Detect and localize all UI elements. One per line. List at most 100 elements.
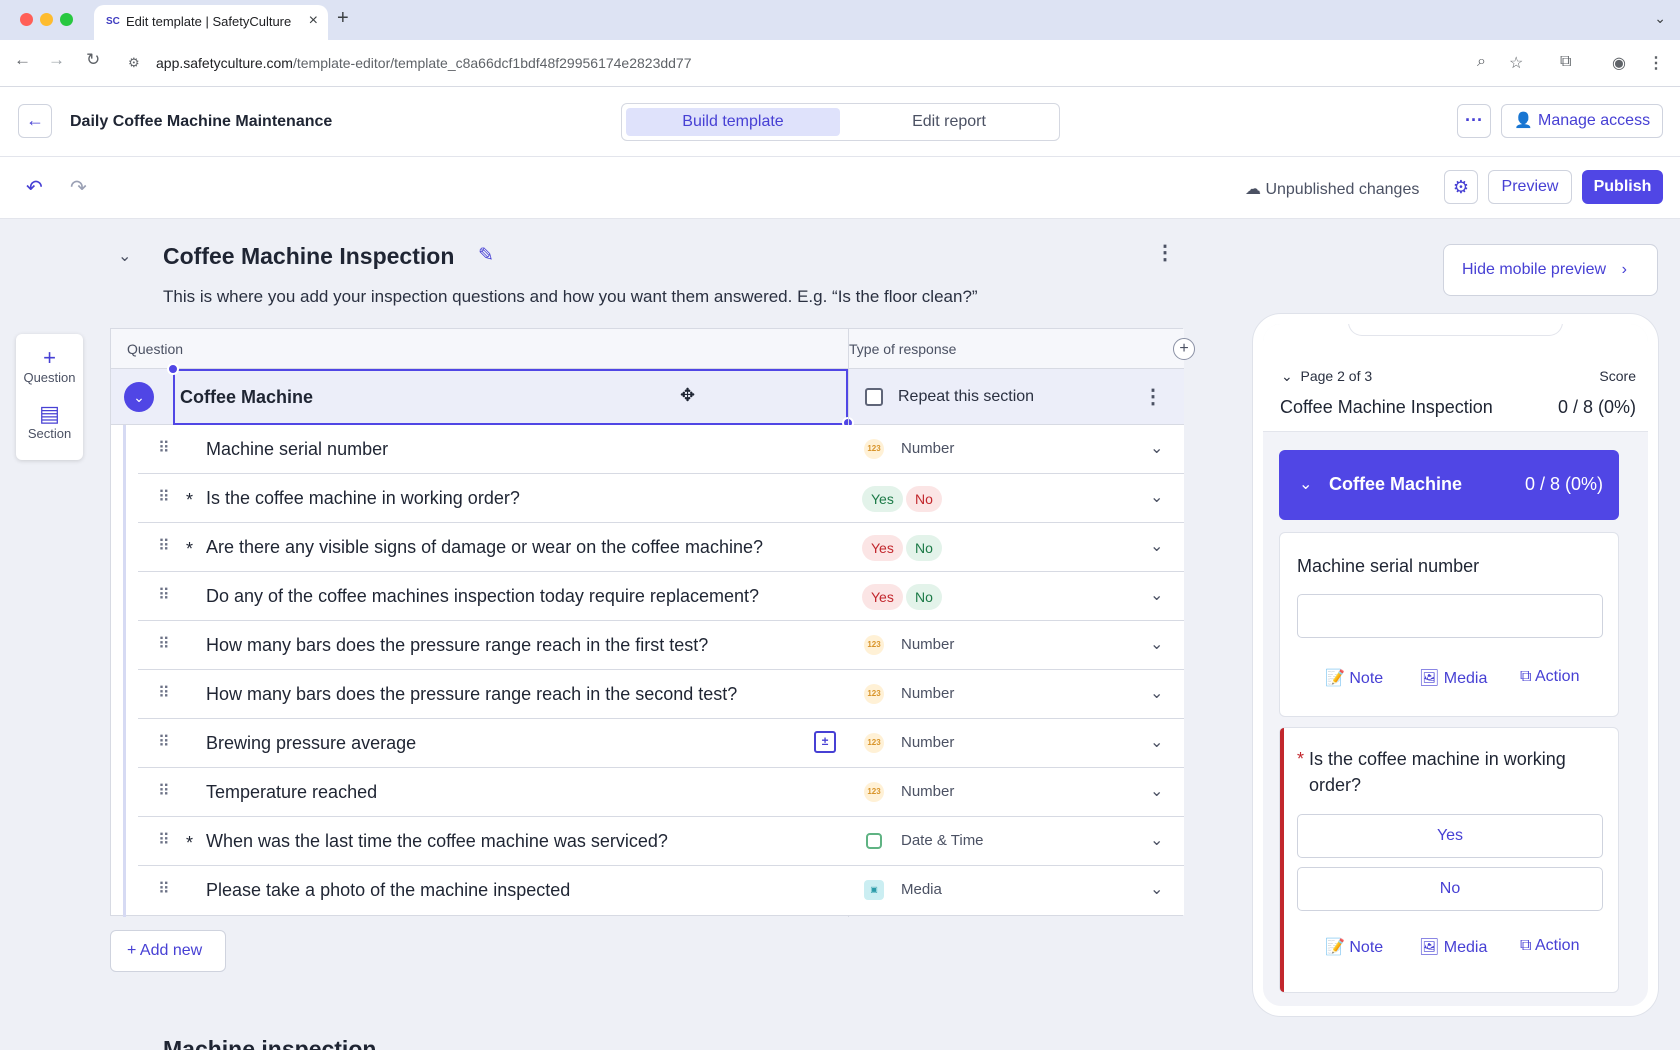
mobile-note-button[interactable]: 📝 Note — [1325, 937, 1383, 957]
chevron-down-icon[interactable]: ⌄ — [1150, 536, 1163, 556]
browser-tab[interactable]: SC Edit template | SafetyCulture × — [94, 5, 328, 40]
question-row[interactable]: ⠿ Do any of the coffee machines inspecti… — [138, 572, 1184, 621]
drag-handle-icon[interactable]: ⠿ — [158, 830, 170, 850]
address-bar[interactable]: ⚙ app.safetyculture.com/template-editor/… — [120, 47, 1500, 79]
profile-icon[interactable]: ◉ — [1612, 53, 1626, 73]
question-text[interactable]: When was the last time the coffee machin… — [206, 831, 668, 852]
chevron-down-icon[interactable]: ⌄ — [1150, 830, 1163, 850]
minimize-window-button[interactable] — [40, 13, 53, 26]
chevron-down-icon[interactable]: ⌄ — [1150, 879, 1163, 899]
response-type[interactable]: 123 Number ⌄ — [848, 670, 1184, 719]
mobile-page-indicator[interactable]: ⌄ Page 2 of 3 — [1281, 368, 1372, 385]
question-row[interactable]: ⠿ * Are there any visible signs of damag… — [138, 523, 1184, 572]
drag-handle-icon[interactable]: ⠿ — [158, 585, 170, 605]
add-section-tool[interactable]: ▤ Section — [16, 402, 83, 442]
add-question-tool[interactable]: + Question — [16, 346, 83, 386]
question-row[interactable]: ⠿ How many bars does the pressure range … — [138, 621, 1184, 670]
publish-button[interactable]: Publish — [1582, 170, 1663, 204]
selection-handle-top[interactable] — [167, 363, 179, 375]
drag-handle-icon[interactable]: ⠿ — [158, 634, 170, 654]
mobile-no-button[interactable]: No — [1297, 867, 1603, 911]
question-text[interactable]: Brewing pressure average — [206, 733, 416, 754]
bookmark-star-icon[interactable]: ☆ — [1509, 53, 1523, 73]
preview-button[interactable]: Preview — [1488, 170, 1572, 204]
section-collapse-chevron-icon[interactable]: ⌄ — [124, 382, 154, 412]
question-row[interactable]: ⠿ Temperature reached 123 Number ⌄ — [138, 768, 1184, 817]
question-row[interactable]: ⠿ How many bars does the pressure range … — [138, 670, 1184, 719]
response-type[interactable]: Date & Time ⌄ — [848, 817, 1184, 866]
chevron-down-icon[interactable]: ⌄ — [1150, 683, 1163, 703]
mobile-action-button[interactable]: ⧉ Action — [1520, 668, 1579, 686]
drag-handle-icon[interactable]: ⠿ — [158, 438, 170, 458]
response-type[interactable]: Yes No ⌄ — [848, 474, 1184, 523]
zoom-window-button[interactable] — [60, 13, 73, 26]
back-button[interactable]: ← — [18, 104, 52, 138]
chevron-down-icon[interactable]: ⌄ — [1150, 732, 1163, 752]
section-name-field[interactable]: Coffee Machine ✥ — [173, 369, 848, 425]
question-row[interactable]: ⠿ Please take a photo of the machine ins… — [138, 866, 1184, 915]
close-window-button[interactable] — [20, 13, 33, 26]
chevron-down-icon[interactable]: ⌄ — [1150, 585, 1163, 605]
drag-handle-icon[interactable]: ⠿ — [158, 487, 170, 507]
reload-icon[interactable]: ↻ — [86, 50, 100, 70]
settings-button[interactable]: ⚙ — [1444, 170, 1478, 204]
hide-mobile-preview-button[interactable]: Hide mobile preview › — [1443, 244, 1658, 296]
undo-icon[interactable]: ↶ — [26, 175, 43, 200]
mobile-yes-button[interactable]: Yes — [1297, 814, 1603, 858]
response-type[interactable]: 123 Number ⌄ — [848, 621, 1184, 670]
add-column-plus-icon[interactable]: + — [1173, 338, 1195, 360]
forward-arrow-icon[interactable]: → — [48, 50, 65, 70]
question-text[interactable]: How many bars does the pressure range re… — [206, 635, 708, 656]
mobile-note-button[interactable]: 📝 Note — [1325, 668, 1383, 688]
question-row[interactable]: ⠿ * When was the last time the coffee ma… — [138, 817, 1184, 866]
section-menu-icon[interactable]: ⋮ — [1143, 384, 1163, 409]
more-options-button[interactable]: ··· — [1457, 104, 1491, 138]
mobile-section-header[interactable]: ⌄ Coffee Machine 0 / 8 (0%) — [1279, 450, 1619, 520]
collapse-page-chevron-icon[interactable]: ⌄ — [118, 246, 131, 266]
back-arrow-icon[interactable]: ← — [14, 50, 31, 70]
mobile-number-input[interactable] — [1297, 594, 1603, 638]
new-tab-icon[interactable]: + — [337, 7, 349, 30]
chevron-down-icon[interactable]: ⌄ — [1150, 438, 1163, 458]
question-text[interactable]: Is the coffee machine in working order? — [206, 488, 520, 509]
tab-search-chevron-icon[interactable]: ⌄ — [1654, 10, 1666, 27]
drag-handle-icon[interactable]: ⠿ — [158, 879, 170, 899]
browser-menu-icon[interactable]: ⋮ — [1648, 53, 1664, 73]
drag-handle-icon[interactable]: ⠿ — [158, 536, 170, 556]
response-type[interactable]: 123 Number ⌄ — [848, 425, 1184, 474]
chevron-down-icon[interactable]: ⌄ — [1150, 781, 1163, 801]
response-type[interactable]: Yes No ⌄ — [848, 572, 1184, 621]
question-text[interactable]: Do any of the coffee machines inspection… — [206, 586, 759, 607]
chevron-down-icon[interactable]: ⌄ — [1150, 487, 1163, 507]
question-text[interactable]: Machine serial number — [206, 439, 388, 460]
zoom-icon[interactable]: ⌕ — [1477, 53, 1486, 71]
site-info-icon[interactable]: ⚙ — [128, 55, 140, 71]
repeat-section-checkbox[interactable] — [865, 388, 883, 406]
question-row[interactable]: ⠿ Machine serial number 123 Number ⌄ — [138, 425, 1184, 474]
response-type[interactable]: 123 Number ⌄ — [848, 768, 1184, 817]
response-type[interactable]: Yes No ⌄ — [848, 523, 1184, 572]
question-text[interactable]: How many bars does the pressure range re… — [206, 684, 737, 705]
mobile-media-button[interactable]: 🖼 Media — [1419, 668, 1487, 688]
question-row[interactable]: ⠿ Brewing pressure average ± 123 Number … — [138, 719, 1184, 768]
question-text[interactable]: Temperature reached — [206, 782, 377, 803]
response-type[interactable]: ▣ Media ⌄ — [848, 866, 1184, 915]
question-text[interactable]: Please take a photo of the machine inspe… — [206, 880, 570, 901]
page-menu-icon[interactable]: ⋮ — [1155, 240, 1175, 265]
manage-access-button[interactable]: 👤 Manage access — [1501, 104, 1663, 138]
question-row[interactable]: ⠿ * Is the coffee machine in working ord… — [138, 474, 1184, 523]
tab-edit-report[interactable]: Edit report — [842, 108, 1056, 136]
redo-icon[interactable]: ↷ — [70, 175, 87, 200]
edit-pencil-icon[interactable]: ✎ — [478, 244, 494, 267]
tab-build-template[interactable]: Build template — [626, 108, 840, 136]
question-text[interactable]: Are there any visible signs of damage or… — [206, 537, 763, 558]
response-type[interactable]: 123 Number ⌄ — [848, 719, 1184, 768]
drag-handle-icon[interactable]: ⠿ — [158, 732, 170, 752]
drag-handle-icon[interactable]: ⠿ — [158, 683, 170, 703]
section-row[interactable]: ⌄ Coffee Machine ✥ Repeat this section ⋮ — [111, 363, 1184, 429]
mobile-action-button[interactable]: ⧉ Action — [1520, 937, 1579, 955]
chevron-down-icon[interactable]: ⌄ — [1150, 634, 1163, 654]
mobile-media-button[interactable]: 🖼 Media — [1419, 937, 1487, 957]
calculator-icon[interactable]: ± — [814, 731, 836, 753]
extensions-icon[interactable]: ⧉ — [1560, 53, 1571, 71]
